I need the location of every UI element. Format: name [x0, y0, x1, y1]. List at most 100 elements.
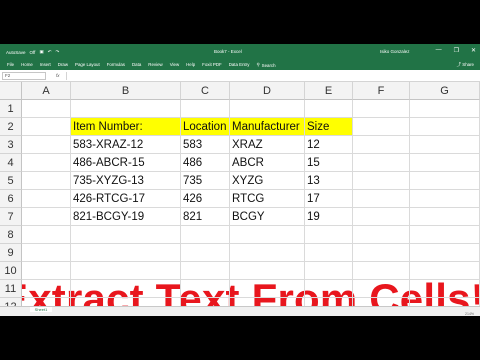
- ribbon-tab-data-entry[interactable]: Data Entry: [229, 62, 250, 68]
- ribbon-tab-home[interactable]: Home: [21, 62, 33, 68]
- share-label: Share: [462, 62, 474, 67]
- gridline-horizontal: [22, 243, 480, 244]
- autosave-label[interactable]: AutoSave: [6, 50, 26, 55]
- ribbon-tab-draw[interactable]: Draw: [58, 62, 68, 68]
- save-icon[interactable]: ▣: [39, 49, 43, 55]
- column-header-a[interactable]: A: [22, 82, 71, 100]
- cell-header-manufacturer[interactable]: Manufacturer: [232, 118, 300, 136]
- column-header-d[interactable]: D: [230, 82, 305, 100]
- excel-window: AutoSave Off ▣ ↶ ↷ Book7 - Excel Isiko G…: [0, 44, 480, 316]
- cell-item-number[interactable]: 735-XYZG-13: [73, 172, 144, 190]
- redo-icon[interactable]: ↷: [55, 49, 59, 55]
- ribbon-tab-list: File Home Insert Draw Page Layout Formulas Dat…: [7, 62, 276, 68]
- gridline-horizontal: [22, 225, 480, 226]
- cell-manufacturer[interactable]: ABCR: [232, 154, 264, 172]
- name-box[interactable]: F2: [2, 72, 46, 80]
- row-header-11[interactable]: 11: [0, 280, 22, 298]
- column-header-e[interactable]: E: [305, 82, 353, 100]
- gridline-horizontal: [22, 117, 480, 118]
- ribbon-tabs: File Home Insert Draw Page Layout Formulas Dat…: [0, 59, 480, 70]
- cell-size[interactable]: 17: [307, 190, 320, 208]
- row-header-6[interactable]: 6: [0, 190, 22, 208]
- cell-item-number[interactable]: 821-BCGY-19: [73, 208, 144, 226]
- title-bar: AutoSave Off ▣ ↶ ↷ Book7 - Excel Isiko G…: [0, 44, 480, 59]
- row-header-1[interactable]: 1: [0, 100, 22, 118]
- ribbon-tab-foxit-pdf[interactable]: Foxit PDF: [202, 62, 222, 68]
- cell-item-number[interactable]: 583-XRAZ-12: [73, 136, 143, 154]
- insert-function-icon[interactable]: fx: [56, 73, 60, 78]
- formula-bar: F2 fx: [0, 70, 480, 82]
- ribbon-tab-insert[interactable]: Insert: [40, 62, 51, 68]
- cell-location[interactable]: 426: [183, 190, 202, 208]
- undo-icon[interactable]: ↶: [48, 49, 52, 55]
- cell-location[interactable]: 821: [183, 208, 202, 226]
- lightbulb-icon: ⚲: [256, 62, 260, 67]
- gridline-horizontal: [22, 153, 480, 154]
- ribbon-tab-file[interactable]: File: [7, 62, 14, 68]
- ribbon-tab-help[interactable]: Help: [186, 62, 195, 68]
- cell-header-location[interactable]: Location: [183, 118, 226, 136]
- column-header-b[interactable]: B: [71, 82, 181, 100]
- column-header-f[interactable]: F: [353, 82, 410, 100]
- formula-input[interactable]: [66, 72, 466, 80]
- gridline-vertical: [180, 100, 181, 306]
- row-header-2[interactable]: 2: [0, 118, 22, 136]
- row-header-3[interactable]: 3: [0, 136, 22, 154]
- cell-location[interactable]: 735: [183, 172, 202, 190]
- gridline-horizontal: [22, 297, 480, 298]
- ribbon-tab-data[interactable]: Data: [132, 62, 141, 68]
- gridline-horizontal: [22, 171, 480, 172]
- tell-me-box[interactable]: ⚲ Search: [256, 62, 275, 68]
- column-header-g[interactable]: G: [410, 82, 480, 100]
- cell-size[interactable]: 19: [307, 208, 320, 226]
- cell-manufacturer[interactable]: BCGY: [232, 208, 265, 226]
- cell-location[interactable]: 583: [183, 136, 202, 154]
- quick-access-toolbar: AutoSave Off ▣ ↶ ↷: [6, 49, 59, 55]
- ribbon-tab-view[interactable]: View: [170, 62, 179, 68]
- cell-manufacturer[interactable]: RTCG: [232, 190, 264, 208]
- gridline-vertical: [70, 100, 71, 306]
- gridline-horizontal: [22, 261, 480, 262]
- share-icon: ⤴: [456, 62, 462, 67]
- gridline-horizontal: [22, 135, 480, 136]
- gridline-vertical: [409, 100, 410, 306]
- gridline-vertical: [229, 100, 230, 306]
- window-controls: — ❐ ✕: [436, 47, 476, 54]
- worksheet-grid[interactable]: Item Number: Location Manufacturer Size 583-…: [0, 82, 480, 316]
- gridline-vertical: [304, 100, 305, 306]
- cell-size[interactable]: 12: [307, 136, 320, 154]
- cell-item-number[interactable]: 486-ABCR-15: [73, 154, 145, 172]
- tell-me-label: Search: [261, 62, 276, 68]
- cell-location[interactable]: 486: [183, 154, 202, 172]
- cell-header-item-number[interactable]: Item Number:: [73, 118, 143, 136]
- ribbon-tab-page-layout[interactable]: Page Layout: [75, 62, 100, 68]
- cell-header-size[interactable]: Size: [307, 118, 329, 136]
- user-name[interactable]: Isiko Gonzalez: [380, 49, 410, 54]
- restore-button[interactable]: ❐: [454, 47, 459, 54]
- gridline-vertical: [352, 100, 353, 306]
- document-title: Book7 - Excel: [214, 49, 242, 54]
- ribbon-tab-review[interactable]: Review: [148, 62, 162, 68]
- cell-manufacturer[interactable]: XRAZ: [232, 136, 263, 154]
- minimize-button[interactable]: —: [436, 47, 442, 54]
- row-header-4[interactable]: 4: [0, 154, 22, 172]
- row-header-7[interactable]: 7: [0, 208, 22, 226]
- row-header-8[interactable]: 8: [0, 226, 22, 244]
- cell-size[interactable]: 13: [307, 172, 320, 190]
- column-header-c[interactable]: C: [181, 82, 230, 100]
- row-header-9[interactable]: 9: [0, 244, 22, 262]
- cell-size[interactable]: 15: [307, 154, 320, 172]
- row-header-10[interactable]: 10: [0, 262, 22, 280]
- cell-item-number[interactable]: 426-RTCG-17: [73, 190, 145, 208]
- ribbon-tab-formulas[interactable]: Formulas: [107, 62, 125, 68]
- close-button[interactable]: ✕: [471, 47, 476, 54]
- status-bar: 214%: [0, 312, 480, 316]
- select-all-corner[interactable]: [0, 82, 22, 100]
- autosave-state[interactable]: Off: [30, 50, 36, 55]
- gridline-horizontal: [22, 189, 480, 190]
- row-header-5[interactable]: 5: [0, 172, 22, 190]
- share-button[interactable]: ⤴ Share: [457, 62, 474, 68]
- gridline-horizontal: [22, 207, 480, 208]
- cell-manufacturer[interactable]: XYZG: [232, 172, 263, 190]
- zoom-level[interactable]: 214%: [465, 312, 474, 316]
